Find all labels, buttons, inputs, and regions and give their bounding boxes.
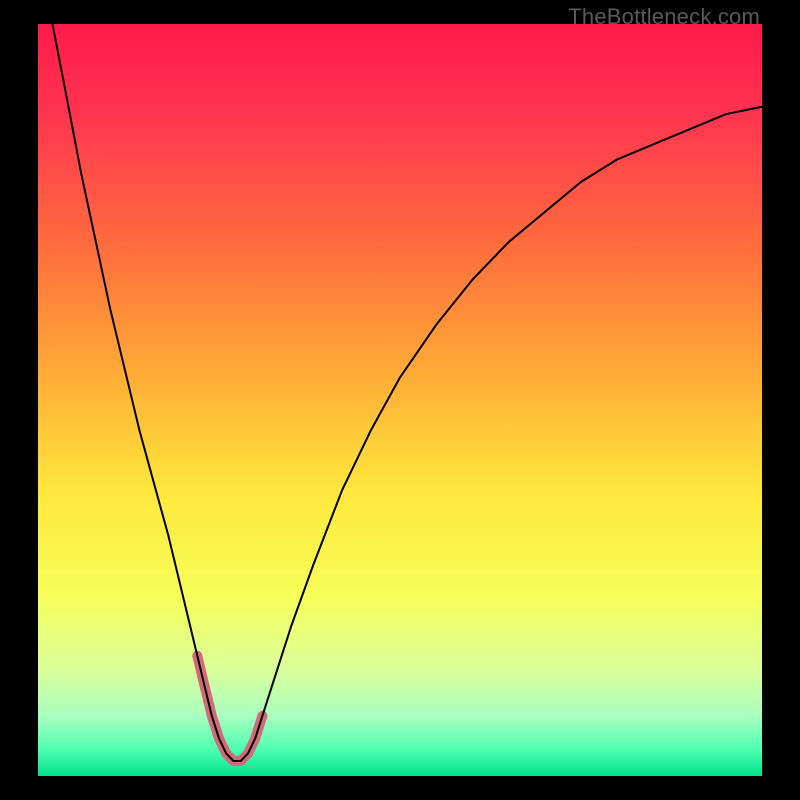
watermark: TheBottleneck.com bbox=[568, 4, 760, 30]
plot-area bbox=[38, 24, 762, 776]
chart-frame: TheBottleneck.com bbox=[0, 0, 800, 800]
bottleneck-curve bbox=[38, 24, 762, 761]
chart-curves bbox=[38, 24, 762, 776]
